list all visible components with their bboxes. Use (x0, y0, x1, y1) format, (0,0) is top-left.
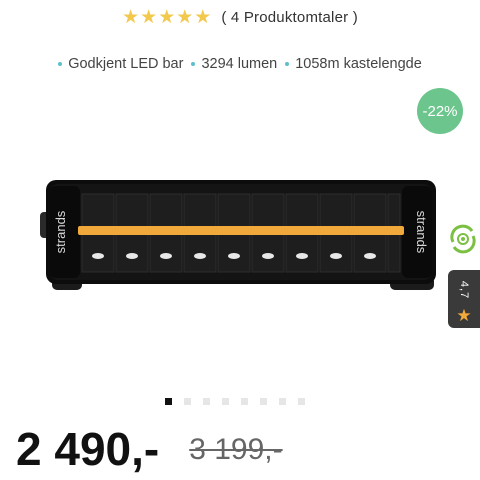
feature-item: 3294 lumen (191, 56, 277, 72)
feature-label: 3294 lumen (201, 56, 278, 72)
rating-row: ★ ★ ★ ★ ★ ( 4 Produktomtaler ) (0, 8, 480, 27)
feature-list: Godkjent LED bar 3294 lumen 1058m kastel… (0, 56, 480, 72)
carousel-dot[interactable] (241, 398, 248, 405)
rating-value: 4,7 (457, 280, 470, 300)
star-icon: ★ (456, 306, 472, 325)
feature-label: 1058m kastelengde (295, 56, 422, 72)
bullet-icon (285, 62, 290, 66)
refresh-widget[interactable] (445, 222, 480, 256)
old-price: 3 199,- (189, 433, 283, 466)
carousel-dot[interactable] (298, 398, 305, 405)
feature-item: Godkjent LED bar (58, 56, 183, 72)
current-price: 2 490,- (16, 423, 160, 475)
star-rating: ★ ★ ★ ★ ★ (122, 8, 211, 27)
star-icon: ★ (140, 7, 158, 28)
feature-label: Godkjent LED bar (68, 56, 184, 72)
bullet-icon (58, 62, 63, 66)
feature-item: 1058m kastelengde (285, 56, 422, 72)
carousel-dot[interactable] (203, 398, 210, 405)
price-row: 2 490,- 3 199,- (16, 424, 283, 474)
led-bar-image: strands strands (40, 180, 436, 290)
brand-text-left: strands (53, 210, 68, 253)
carousel-dot[interactable] (260, 398, 267, 405)
carousel-dot[interactable] (184, 398, 191, 405)
star-icon: ★ (194, 7, 212, 28)
product-image[interactable]: strands strands (40, 176, 440, 301)
bullet-icon (191, 62, 196, 66)
rating-widget-tab[interactable]: 4,7 ★ (448, 270, 480, 328)
carousel-dots (165, 398, 305, 405)
brand-text-right: strands (414, 211, 429, 254)
star-icon: ★ (158, 7, 176, 28)
discount-badge: -22% (417, 88, 463, 134)
carousel-dot[interactable] (222, 398, 229, 405)
carousel-dot[interactable] (279, 398, 286, 405)
cycle-icon (450, 224, 476, 254)
reviews-link[interactable]: ( 4 Produktomtaler ) (221, 9, 358, 26)
star-icon: ★ (176, 7, 194, 28)
carousel-dot[interactable] (165, 398, 172, 405)
star-icon: ★ (122, 7, 140, 28)
